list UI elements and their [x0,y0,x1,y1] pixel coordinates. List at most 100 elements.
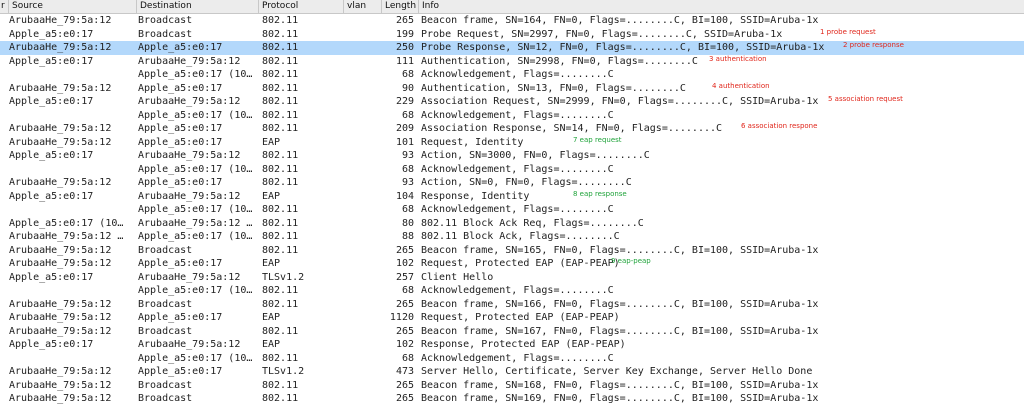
column-header-protocol[interactable]: Protocol [258,0,343,13]
column-header-info[interactable]: Info [418,0,1024,13]
table-row[interactable]: Apple_a5:e0:17 (10… 802.11 68 Acknowledgeme… [0,68,1024,82]
destination-cell: Broadcast [138,379,193,391]
info-cell: Beacon frame, SN=169, FN=0, Flags=......… [421,393,819,404]
destination-cell: Apple_a5:e0:17 [138,136,223,148]
table-row[interactable]: Apple_a5:e0:17 ArubaaHe_79:5a:12 EAP 102 Res… [0,338,1024,352]
table-row[interactable]: Apple_a5:e0:17 (10… ArubaaHe_79:5a:12 … 80… [0,217,1024,231]
info-cell: Client Hello [421,271,494,283]
info-cell: Acknowledgement, Flags=........C [421,352,614,364]
protocol-cell: TLSv1.2 [262,271,305,283]
destination-cell: Apple_a5:e0:17 (10… [138,204,253,215]
column-header-no[interactable]: r [0,0,8,13]
table-row[interactable]: ArubaaHe_79:5a:12 Broadcast 802.11 265 Beaco… [0,325,1024,339]
protocol-cell: EAP [262,312,281,323]
table-row[interactable]: Apple_a5:e0:17 (10… 802.11 68 Acknowledgeme… [0,203,1024,217]
protocol-cell: 802.11 [262,285,299,296]
length-cell: 265 [395,393,414,404]
table-row[interactable]: ArubaaHe_79:5a:12 Apple_a5:e0:17 EAP 101 Req… [0,136,1024,150]
table-row[interactable]: ArubaaHe_79:5a:12 Apple_a5:e0:17 EAP 1120 Re… [0,311,1024,325]
source-cell: ArubaaHe_79:5a:12 [9,366,112,377]
length-cell: 102 [395,339,414,350]
length-cell: 68 [401,69,414,80]
info-cell: Server Hello, Certificate, Server Key Ex… [421,366,813,377]
length-cell: 229 [395,96,414,107]
protocol-cell: 802.11 [262,15,299,26]
column-header-destination[interactable]: Destination [136,0,258,13]
protocol-cell: EAP [262,190,281,202]
table-row[interactable]: ArubaaHe_79:5a:12 Apple_a5:e0:17 802.11 93 A… [0,176,1024,190]
protocol-cell: 802.11 [262,123,299,134]
protocol-cell: TLSv1.2 [262,366,305,377]
info-cell: Response, Protected EAP (EAP-PEAP) [421,339,626,350]
info-cell: Acknowledgement, Flags=........C [421,109,614,121]
table-row[interactable]: Apple_a5:e0:17 (10… 802.11 68 Acknowledgeme… [0,352,1024,366]
table-row[interactable]: ArubaaHe_79:5a:12 Broadcast 802.11 265 Beaco… [0,379,1024,393]
annotation-label: 5 association request [828,95,903,103]
column-header-vlan[interactable]: vlan [343,0,381,13]
info-cell: Association Response, SN=14, FN=0, Flags… [421,123,723,134]
destination-cell: ArubaaHe_79:5a:12 [138,339,241,350]
protocol-cell: EAP [262,258,281,269]
table-row[interactable]: Apple_a5:e0:17 (10… 802.11 68 Acknowledgeme… [0,284,1024,298]
destination-cell: Apple_a5:e0:17 (10… [138,163,253,175]
destination-cell: Apple_a5:e0:17 (10… [138,69,253,80]
table-row[interactable]: ArubaaHe_79:5a:12 Apple_a5:e0:17 802.11 250… [0,41,1024,55]
table-row[interactable]: Apple_a5:e0:17 ArubaaHe_79:5a:12 802.11 111… [0,55,1024,69]
destination-cell: Broadcast [138,325,193,337]
destination-cell: Broadcast [138,28,193,40]
table-row[interactable]: Apple_a5:e0:17 ArubaaHe_79:5a:12 EAP 104 Res… [0,190,1024,204]
column-header-length[interactable]: Length [381,0,418,13]
table-row[interactable]: Apple_a5:e0:17 (10… 802.11 68 Acknowledgeme… [0,163,1024,177]
annotation-label: 3 authentication [709,54,767,63]
annotation-label: 9 eap-peap [611,257,651,265]
table-row[interactable]: Apple_a5:e0:17 ArubaaHe_79:5a:12 802.11 229… [0,95,1024,109]
length-cell: 68 [401,352,414,364]
info-cell: Response, Identity [421,190,530,202]
info-cell: 802.11 Block Ack, Flags=........C [421,231,620,242]
protocol-cell: 802.11 [262,298,299,310]
source-cell: ArubaaHe_79:5a:12 [9,123,112,134]
protocol-cell: 802.11 [262,55,299,67]
table-row[interactable]: Apple_a5:e0:17 ArubaaHe_79:5a:12 802.11 93 A… [0,149,1024,163]
destination-cell: Apple_a5:e0:17 [138,366,223,377]
destination-cell: ArubaaHe_79:5a:12 [138,55,241,67]
length-cell: 101 [395,136,414,148]
destination-cell: ArubaaHe_79:5a:12 [138,150,241,161]
length-cell: 80 [401,217,414,229]
protocol-cell: 802.11 [262,42,299,53]
source-cell [9,109,133,123]
annotation-label: 6 association respone [741,122,818,130]
protocol-cell: 802.11 [262,393,299,404]
table-row[interactable]: ArubaaHe_79:5a:12 Broadcast 802.11 265 Beaco… [0,14,1024,28]
table-row[interactable]: ArubaaHe_79:5a:12 Broadcast 802.11 265 Beaco… [0,392,1024,406]
table-row[interactable]: Apple_a5:e0:17 Broadcast 802.11 199 Probe Re… [0,28,1024,42]
table-row[interactable]: Apple_a5:e0:17 (10… 802.11 68 Acknowledgeme… [0,109,1024,123]
source-cell: ArubaaHe_79:5a:12 [9,136,112,148]
annotation-label: 7 eap request [573,135,622,144]
length-cell: 104 [395,190,414,202]
destination-cell: Apple_a5:e0:17 (10… [138,285,253,296]
table-row[interactable]: ArubaaHe_79:5a:12 Broadcast 802.11 265 Beaco… [0,298,1024,312]
annotation-label: 2 probe response [843,41,904,49]
length-cell: 250 [395,42,414,53]
source-cell: Apple_a5:e0:17 (10… [9,217,124,229]
info-cell: Probe Request, SN=2997, FN=0, Flags=....… [421,28,783,40]
source-cell: ArubaaHe_79:5a:12 [9,82,112,94]
info-cell: Beacon frame, SN=167, FN=0, Flags=......… [421,325,819,337]
source-cell: ArubaaHe_79:5a:12 [9,298,112,310]
table-row[interactable]: ArubaaHe_79:5a:12 … Apple_a5:e0:17 (10… 80… [0,230,1024,244]
protocol-cell: 802.11 [262,28,299,40]
table-row[interactable]: ArubaaHe_79:5a:12 Apple_a5:e0:17 802.11 90 A… [0,82,1024,96]
source-cell [9,68,133,82]
table-row[interactable]: ArubaaHe_79:5a:12 Broadcast 802.11 265 Beaco… [0,244,1024,258]
source-cell: ArubaaHe_79:5a:12 [9,177,112,188]
packet-list-header: r Source Destination Protocol vlan Lengt… [0,0,1024,14]
table-row[interactable]: ArubaaHe_79:5a:12 Apple_a5:e0:17 TLSv1.2 47… [0,365,1024,379]
table-row[interactable]: Apple_a5:e0:17 ArubaaHe_79:5a:12 TLSv1.2 25… [0,271,1024,285]
source-cell: Apple_a5:e0:17 [9,28,94,40]
table-row[interactable]: ArubaaHe_79:5a:12 Apple_a5:e0:17 EAP 102 Req… [0,257,1024,271]
column-header-source[interactable]: Source [8,0,136,13]
info-cell: Action, SN=3000, FN=0, Flags=........C [421,150,650,161]
table-row[interactable]: ArubaaHe_79:5a:12 Apple_a5:e0:17 802.11 209… [0,122,1024,136]
info-cell: Acknowledgement, Flags=........C [421,163,614,175]
